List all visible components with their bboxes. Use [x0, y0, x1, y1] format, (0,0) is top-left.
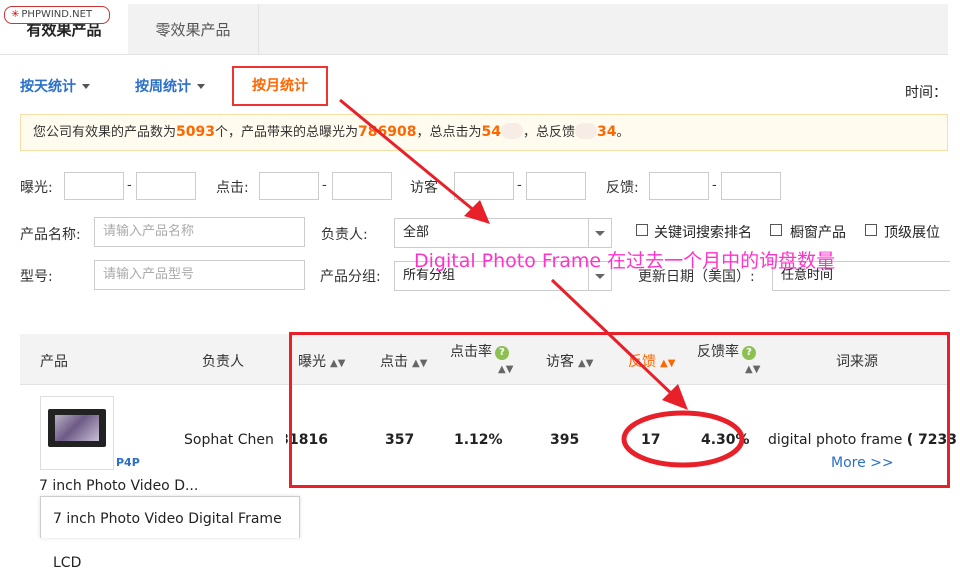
watermark-badge: ✳ PHPWIND.NET [4, 6, 110, 24]
annotation-arrows [339, 98, 745, 468]
annotation-ellipse [621, 410, 745, 468]
watermark-text: PHPWIND.NET [21, 9, 93, 20]
annotation-arrow [550, 278, 676, 398]
asterisk-icon: ✳ [11, 9, 20, 20]
annotation-arrow [339, 98, 477, 214]
